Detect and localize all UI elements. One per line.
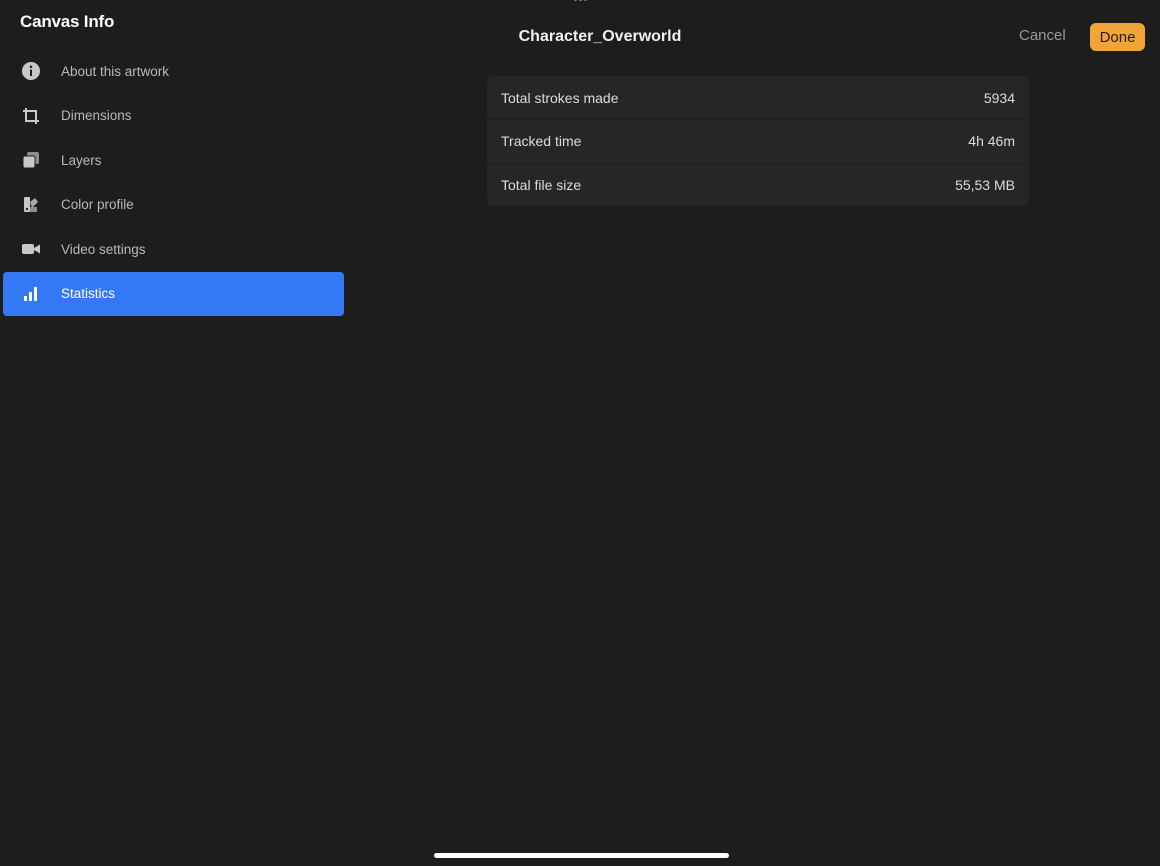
stat-label: Total strokes made: [501, 89, 619, 106]
sidebar-item-label: Layers: [61, 152, 102, 168]
stat-row-tracked-time: Tracked time 4h 46m: [487, 119, 1029, 162]
sidebar-menu: About this artwork Dimensions Layers Col…: [3, 49, 344, 316]
canvas-info-panel: Canvas Info About this artwork Dimension…: [0, 0, 1160, 866]
info-icon: [21, 61, 41, 81]
sidebar-item-label: Dimensions: [61, 108, 132, 124]
home-indicator[interactable]: [434, 853, 729, 858]
sidebar-item-dimensions[interactable]: Dimensions: [3, 94, 344, 139]
statistics-card: Total strokes made 5934 Tracked time 4h …: [487, 76, 1029, 206]
crop-icon: [21, 106, 41, 126]
canvas-title: Character_Overworld: [518, 28, 682, 45]
stat-label: Tracked time: [501, 133, 582, 150]
sidebar-item-label: Statistics: [61, 286, 116, 302]
sidebar-item-layers[interactable]: Layers: [3, 138, 344, 183]
sidebar-item-video-settings[interactable]: Video settings: [3, 227, 344, 272]
color-profile-icon: [21, 195, 41, 215]
sidebar: Canvas Info About this artwork Dimension…: [0, 0, 348, 866]
sidebar-item-label: About this artwork: [61, 63, 170, 79]
sidebar-title: Canvas Info: [20, 12, 115, 31]
stat-value: 5934: [983, 89, 1015, 106]
stat-label: Total file size: [501, 176, 582, 193]
grabber-dot: [573, 0, 577, 1]
stat-value: 4h 46m: [968, 133, 1015, 150]
sidebar-item-about[interactable]: About this artwork: [3, 49, 344, 94]
stat-value: 55,53 MB: [955, 176, 1015, 193]
done-button[interactable]: Done: [1090, 23, 1145, 51]
sidebar-item-color-profile[interactable]: Color profile: [3, 183, 344, 228]
sidebar-item-label: Color profile: [61, 197, 134, 213]
cancel-button[interactable]: Cancel: [1019, 27, 1066, 44]
grabber-dot: [578, 0, 582, 1]
video-camera-icon: [21, 239, 41, 259]
stat-row-file-size: Total file size 55,53 MB: [487, 162, 1029, 206]
stat-row-strokes: Total strokes made 5934: [487, 76, 1029, 119]
grabber-dot: [583, 0, 587, 1]
bar-chart-icon: [21, 284, 41, 304]
layers-icon: [21, 150, 41, 170]
sidebar-item-label: Video settings: [61, 241, 146, 257]
grabber-handle[interactable]: [572, 0, 588, 3]
sidebar-item-statistics[interactable]: Statistics: [3, 271, 344, 316]
